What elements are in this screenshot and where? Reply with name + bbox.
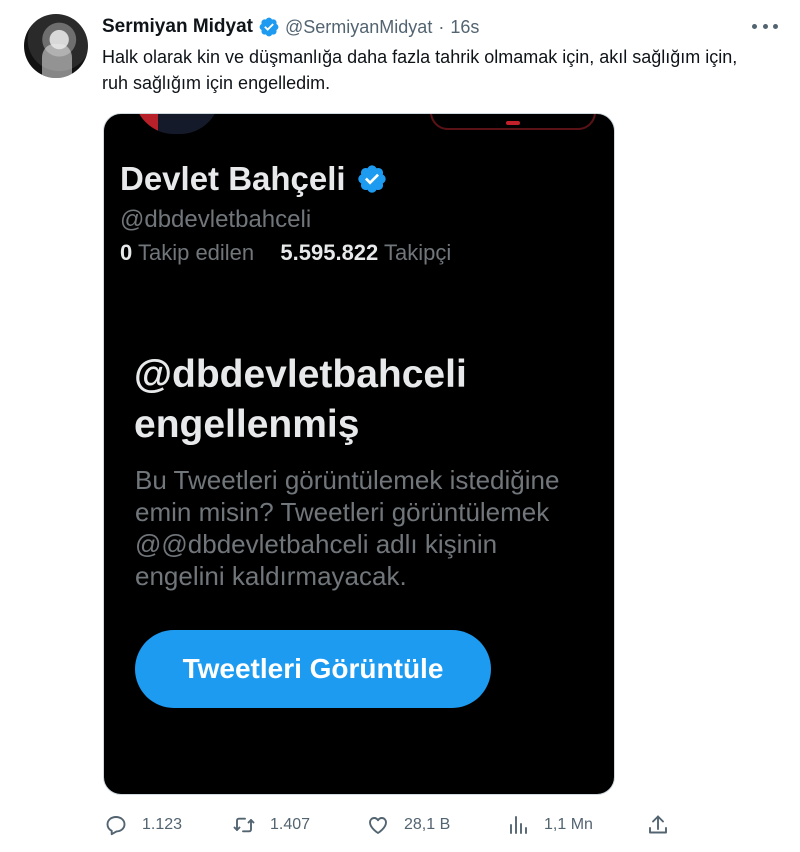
retweet-icon <box>233 817 255 833</box>
tweet-header: Sermiyan Midyat @SermiyanMidyat · 16s <box>102 12 479 42</box>
views-button[interactable]: 1,1 Mn <box>506 808 593 842</box>
profile-name-row: Devlet Bahçeli <box>120 160 388 198</box>
blocked-title-status: engellenmiş <box>134 403 360 446</box>
blocked-description: Bu Tweetleri görüntülemek istediğine emi… <box>135 465 560 591</box>
reply-button[interactable]: 1.123 <box>104 808 182 842</box>
views-count: 1,1 Mn <box>544 816 593 833</box>
profile-name: Devlet Bahçeli <box>120 160 346 197</box>
share-icon <box>649 815 667 834</box>
author-handle[interactable]: @SermiyanMidyat <box>285 17 432 38</box>
cropped-profile-avatar <box>134 114 220 134</box>
followers-count: 5.595.822 <box>280 240 379 265</box>
cropped-blocked-button <box>430 114 596 130</box>
retweet-button[interactable]: 1.407 <box>232 808 310 842</box>
reply-icon <box>106 816 126 836</box>
like-count: 28,1 B <box>404 816 451 833</box>
retweet-count: 1.407 <box>270 816 311 833</box>
verified-badge-icon <box>259 17 279 37</box>
reply-count: 1.123 <box>142 816 183 833</box>
blocked-title-handle: @dbdevletbahceli <box>134 353 467 396</box>
following-label: Takip edilen <box>137 240 255 265</box>
following-count: 0 <box>120 240 133 265</box>
blocked-title: @dbdevletbahceli engellenmiş <box>134 350 594 450</box>
like-button[interactable]: 28,1 B <box>366 808 450 842</box>
profile-stats: 0 Takip edilen 5.595.822 Takipçi <box>120 240 451 266</box>
tweet-text: Halk olarak kin ve düşmanlığa daha fazla… <box>102 47 738 93</box>
view-tweets-button: Tweetleri Görüntüle <box>135 630 491 708</box>
separator-dot: · <box>438 16 445 37</box>
profile-handle: @dbdevletbahceli <box>120 206 312 233</box>
tweet-timestamp[interactable]: 16s <box>450 17 479 38</box>
tweet[interactable]: Sermiyan Midyat @SermiyanMidyat · 16s Ha… <box>0 0 800 852</box>
tweet-actions: 1.123 1.407 28,1 B 1,1 Mn <box>102 808 682 842</box>
followers-label: Takipçi <box>384 240 452 265</box>
analytics-icon <box>510 816 527 834</box>
author-name[interactable]: Sermiyan Midyat <box>102 16 253 38</box>
share-button[interactable] <box>646 808 670 842</box>
author-avatar[interactable] <box>24 14 88 78</box>
heart-icon <box>369 817 387 834</box>
tweet-media-image[interactable]: Devlet Bahçeli @dbdevletbahceli 0 Takip … <box>103 113 615 795</box>
verified-badge-icon <box>357 165 386 193</box>
more-horizontal-icon[interactable] <box>752 16 778 36</box>
